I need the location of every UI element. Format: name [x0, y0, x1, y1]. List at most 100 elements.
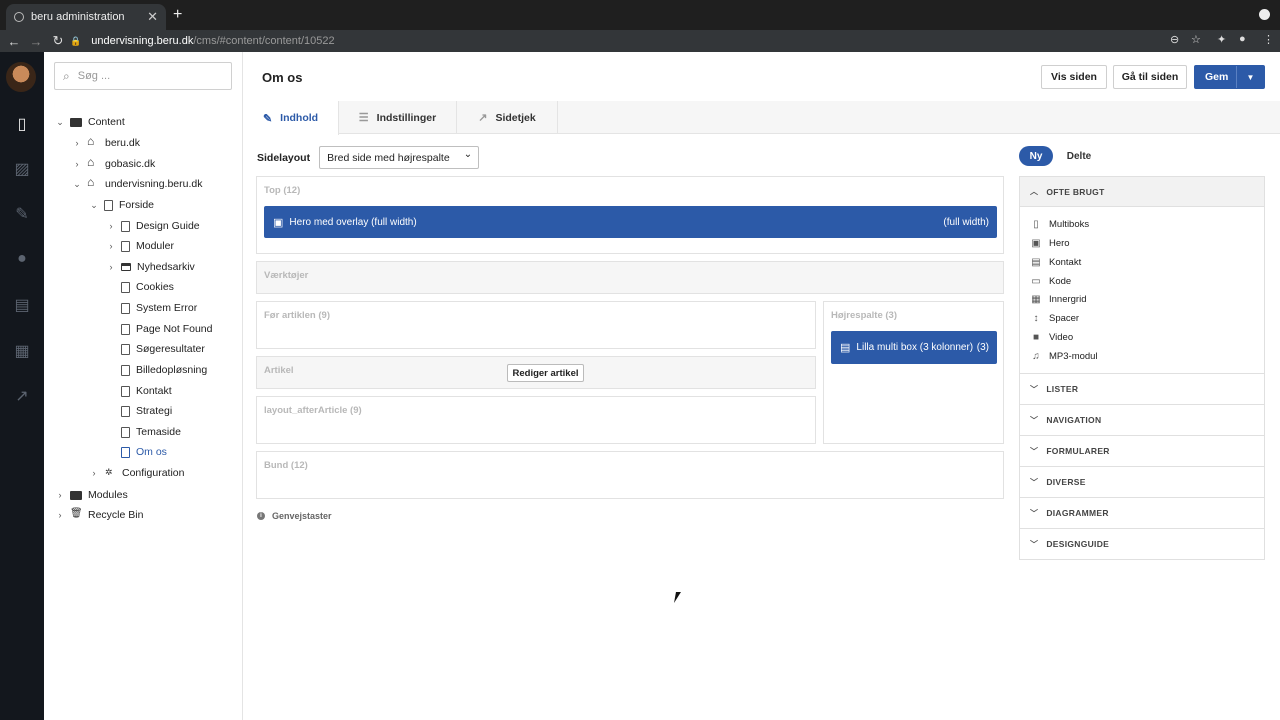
- forward-icon[interactable]: →: [25, 34, 47, 49]
- search-input[interactable]: ⌕ Søg ...: [54, 62, 232, 90]
- tab-label: Sidetjek: [495, 111, 536, 124]
- genvejstaster-link[interactable]: i Genvejstaster: [257, 511, 332, 521]
- widget-innergrid[interactable]: ▦ Innergrid: [1030, 290, 1086, 308]
- menu-icon[interactable]: ⋮: [1263, 33, 1274, 46]
- section-designguide[interactable]: ﹀ DESIGNGUIDE: [1019, 529, 1265, 560]
- page-icon: [121, 281, 130, 293]
- widget-multiboks[interactable]: ▯ Multiboks: [1030, 215, 1089, 233]
- widget-kontakt[interactable]: ▤ Kontakt: [1030, 253, 1081, 271]
- image-icon: ▣: [273, 216, 284, 229]
- close-tab-icon[interactable]: ✕: [147, 9, 158, 25]
- tree-node-om-os[interactable]: Om os: [105, 442, 167, 462]
- ny-toggle[interactable]: Ny: [1019, 146, 1053, 166]
- section-navigation[interactable]: ﹀ NAVIGATION: [1019, 405, 1265, 436]
- wrench-icon[interactable]: ✎: [0, 204, 44, 224]
- reload-icon[interactable]: ↻: [47, 33, 69, 49]
- media-icon[interactable]: ▨: [0, 159, 44, 179]
- user-icon[interactable]: ●: [0, 250, 44, 268]
- widget-label: MP3-modul: [1049, 350, 1098, 362]
- gaa-til-siden-button[interactable]: Gå til siden: [1113, 65, 1187, 89]
- tree-node-beru[interactable]: › beru.dk: [71, 133, 141, 153]
- extensions-icon[interactable]: ✦: [1217, 33, 1226, 46]
- tree-node-temaside[interactable]: Temaside: [105, 422, 181, 442]
- zone-label: Værktøjer: [264, 270, 309, 281]
- section-diagrammer[interactable]: ﹀ DIAGRAMMER: [1019, 498, 1265, 529]
- tree-node-configuration[interactable]: › Configuration: [88, 463, 185, 483]
- tree-node-system-error[interactable]: System Error: [105, 298, 197, 318]
- section-diverse[interactable]: ﹀ DIVERSE: [1019, 467, 1265, 498]
- tree-node-gobasic[interactable]: › gobasic.dk: [71, 154, 156, 174]
- tree-node-design-guide[interactable]: › Design Guide: [105, 216, 200, 236]
- profile-icon[interactable]: ●: [1239, 33, 1246, 45]
- section-formularer[interactable]: ﹀ FORMULARER: [1019, 436, 1265, 467]
- tree-node-forside[interactable]: ⌄ Forside: [88, 195, 154, 215]
- chevron-right-icon[interactable]: ›: [54, 490, 66, 500]
- avatar[interactable]: [6, 62, 36, 92]
- tree-node-undervisning[interactable]: ⌄ undervisning.beru.dk: [71, 174, 202, 194]
- tree-node-moduler[interactable]: › Moduler: [105, 236, 174, 256]
- tab-sidetjek[interactable]: ↗ Sidetjek: [457, 101, 558, 134]
- tree-label: Content: [88, 116, 125, 128]
- widget-hero[interactable]: ▣ Hero: [1030, 234, 1069, 252]
- chevron-right-icon[interactable]: ›: [105, 221, 117, 231]
- delte-toggle[interactable]: Delte: [1060, 146, 1098, 166]
- tree-node-content[interactable]: ⌄ Content: [54, 112, 125, 132]
- section-label: OFTE BRUGT: [1046, 186, 1105, 197]
- back-icon[interactable]: ←: [3, 34, 25, 49]
- chevron-right-icon[interactable]: ›: [105, 262, 117, 272]
- content-icon[interactable]: ▯: [0, 114, 44, 134]
- tab-search-icon[interactable]: [1259, 9, 1270, 20]
- widget-kode[interactable]: ▭ Kode: [1030, 272, 1071, 290]
- chevron-right-icon[interactable]: ›: [71, 159, 83, 169]
- archive-icon: [121, 263, 131, 271]
- tree-node-recycle-bin[interactable]: › Recycle Bin: [54, 505, 144, 525]
- browser-tab[interactable]: beru administration ✕: [6, 4, 166, 30]
- chevron-right-icon[interactable]: ›: [105, 241, 117, 251]
- page-icon: [104, 199, 113, 211]
- vis-siden-button[interactable]: Vis siden: [1041, 65, 1107, 89]
- widget-video[interactable]: ■ Video: [1030, 328, 1073, 346]
- tree-node-soegeresultater[interactable]: Søgeresultater: [105, 339, 205, 359]
- bookmark-star-icon[interactable]: ☆: [1191, 33, 1201, 46]
- section-lister[interactable]: ﹀ LISTER: [1019, 374, 1265, 405]
- music-icon: ♫: [1032, 350, 1040, 362]
- section-label: NAVIGATION: [1046, 415, 1102, 425]
- widget-label: Video: [1049, 331, 1074, 343]
- zone-label: Artikel: [264, 365, 294, 376]
- analytics-icon[interactable]: ↗: [0, 386, 44, 406]
- tree-node-modules[interactable]: › Modules: [54, 485, 128, 505]
- tree-node-nyhedsarkiv[interactable]: › Nyhedsarkiv: [105, 257, 195, 277]
- home-icon: [87, 175, 99, 190]
- tree-node-billedoploesning[interactable]: Billedopløsning: [105, 360, 207, 380]
- content-tree-pane: ⌕ Søg ... ⌄Content ›beru.dk ›gobasic.dk …: [44, 52, 243, 720]
- tree-node-cookies[interactable]: Cookies: [105, 277, 174, 297]
- chevron-down-icon[interactable]: ⌄: [54, 117, 66, 128]
- widget-mp3-modul[interactable]: ♫ MP3-modul: [1030, 347, 1098, 365]
- mouse-cursor-icon: [674, 592, 681, 603]
- hero-block[interactable]: ▣ Hero med overlay (full width) (full wi…: [264, 206, 997, 238]
- chevron-right-icon[interactable]: ›: [54, 510, 66, 520]
- chevron-right-icon[interactable]: ›: [88, 468, 100, 478]
- tree-node-kontakt[interactable]: Kontakt: [105, 381, 172, 401]
- chevron-down-icon[interactable]: ⌄: [88, 200, 100, 211]
- section-ofte-brugt[interactable]: ︿ OFTE BRUGT: [1019, 176, 1265, 207]
- tab-indstillinger[interactable]: ☰ Indstillinger: [339, 101, 457, 134]
- page-icon: [121, 240, 130, 252]
- zone-foer-artiklen: Før artiklen (9): [256, 301, 816, 349]
- rediger-artikel-button[interactable]: Rediger artikel: [507, 364, 584, 382]
- chevron-down-icon[interactable]: ▼: [1236, 66, 1264, 88]
- gem-button[interactable]: Gem ▼: [1194, 65, 1265, 89]
- tab-indhold[interactable]: ✎ Indhold: [243, 101, 339, 135]
- forms-icon[interactable]: ▤: [0, 295, 44, 315]
- chevron-right-icon[interactable]: ›: [71, 138, 83, 148]
- table-icon[interactable]: ▦: [0, 341, 44, 361]
- tree-node-strategi[interactable]: Strategi: [105, 401, 172, 421]
- zoom-icon[interactable]: ⊖: [1170, 33, 1179, 46]
- lilla-multi-box-block[interactable]: ▤ Lilla multi box (3 kolonner) (3): [831, 331, 997, 364]
- tree-node-page-not-found[interactable]: Page Not Found: [105, 319, 212, 339]
- new-tab-icon[interactable]: +: [173, 6, 182, 24]
- url-field[interactable]: 🔒 undervisning.beru.dk/cms/#content/cont…: [70, 32, 1210, 50]
- sidelayout-select[interactable]: Bred side med højrespalte: [319, 146, 480, 169]
- chevron-down-icon[interactable]: ⌄: [71, 179, 83, 190]
- widget-spacer[interactable]: ↕ Spacer: [1030, 309, 1080, 327]
